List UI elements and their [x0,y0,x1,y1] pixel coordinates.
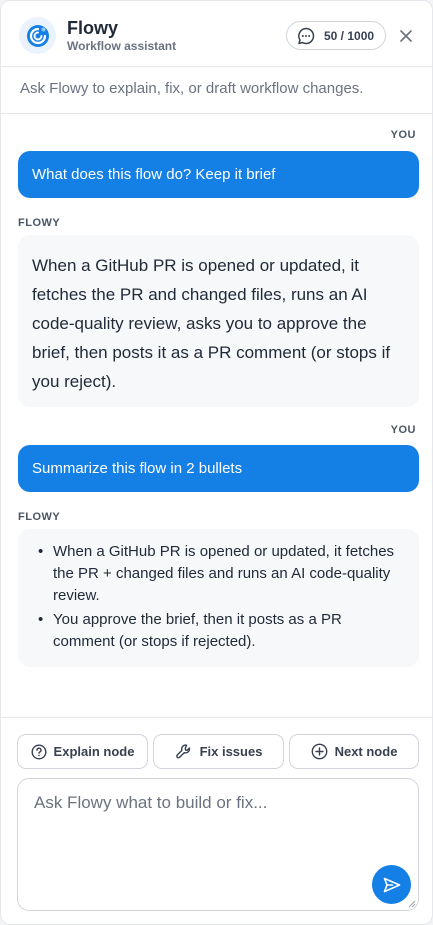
quota-count: 50 / 1000 [324,28,375,43]
user-message: What does this flow do? Keep it brief [18,151,419,198]
resize-grip-icon[interactable] [406,898,416,908]
bullet-item: When a GitHub PR is opened or updated, i… [38,541,405,607]
fix-issues-label: Fix issues [199,744,263,759]
plus-circle-icon [311,743,327,760]
app-title: Flowy [67,18,119,38]
next-node-button[interactable]: Next node [289,734,419,769]
assistant-panel: Flowy Workflow assistant 50 / 1000 Ask F… [0,0,433,925]
assistant-message-text: When a GitHub PR is opened or updated, i… [32,256,391,391]
message-role-assistant: FLOWY [18,511,61,523]
composer-footer: Explain node Fix issues Next node [1,717,432,924]
fix-issues-button[interactable]: Fix issues [153,734,284,769]
send-icon [383,877,400,892]
message-input[interactable] [18,779,418,910]
next-node-label: Next node [334,744,398,759]
message-icon [296,26,316,46]
assistant-hint: Ask Flowy to explain, fix, or draft work… [1,68,432,114]
wrench-icon [175,743,190,758]
explain-node-button[interactable]: Explain node [17,734,148,769]
usage-quota-badge[interactable]: 50 / 1000 [286,21,386,50]
assistant-bullet-list: When a GitHub PR is opened or updated, i… [18,529,419,653]
assistant-message: When a GitHub PR is opened or updated, i… [18,235,419,407]
bullet-item: You approve the brief, then it posts as … [38,609,405,653]
flowy-logo-icon [19,17,56,54]
app-subtitle: Workflow assistant [67,39,177,53]
message-role-user: YOU [390,129,416,141]
help-circle-icon [31,743,47,760]
explain-node-label: Explain node [53,744,135,759]
user-message: Summarize this flow in 2 bullets [18,445,419,492]
chat-thread: YOU What does this flow do? Keep it brie… [1,115,432,717]
assistant-message: When a GitHub PR is opened or updated, i… [18,529,419,667]
close-button[interactable] [396,26,416,46]
message-role-user: YOU [390,424,416,436]
message-composer [17,778,419,911]
close-icon [400,30,412,42]
panel-header: Flowy Workflow assistant 50 / 1000 [1,1,432,67]
message-role-assistant: FLOWY [18,217,61,229]
